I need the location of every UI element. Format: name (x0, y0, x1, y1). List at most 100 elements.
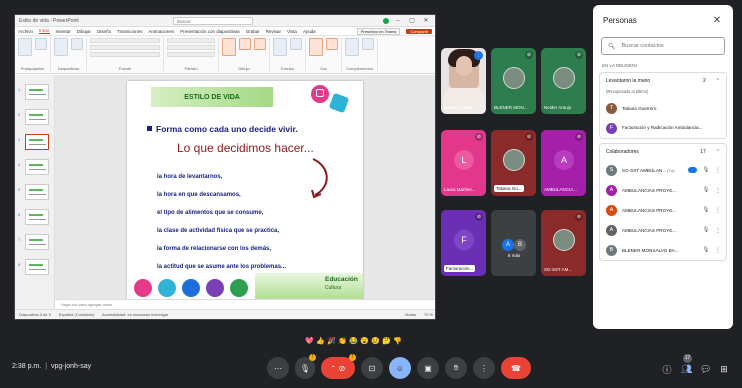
more-vertical-icon[interactable]: ⋮ (715, 187, 721, 194)
ribbon-control-row[interactable] (90, 38, 160, 43)
reaction-emoji[interactable]: 💖 (305, 337, 314, 346)
slide-thumbnail[interactable]: 3 (18, 134, 49, 150)
menu-item-7[interactable]: Presentación con diapositivas (180, 29, 240, 34)
ribbon-button[interactable] (362, 38, 374, 50)
ribbon-button[interactable] (345, 38, 359, 56)
close-icon[interactable]: ✕ (421, 17, 431, 24)
participant-tile[interactable]: AB 8 más (491, 210, 536, 276)
menu-item-9[interactable]: Revisar (266, 29, 281, 34)
ribbon-control-row[interactable] (90, 52, 160, 57)
mic-off-icon[interactable]: 🎙︎ (702, 207, 710, 213)
reaction-emoji[interactable]: 👎 (393, 337, 402, 346)
ribbon-button[interactable] (222, 38, 236, 56)
participant-tile[interactable]: A ⊘ AMBULANCIA... (541, 130, 586, 196)
chevron-up-icon[interactable]: ⌃ (716, 78, 720, 84)
current-slide[interactable]: ESTILO DE VIDA Forma como cada uno decid… (127, 81, 363, 307)
people-icon[interactable]: 👥︎ 17 (681, 354, 692, 375)
collaborators-header[interactable]: Colaboradores 17 ⌃ (600, 144, 726, 160)
slide-thumbnail[interactable]: 1 (18, 84, 49, 100)
raise-hand-button[interactable]: ✋︎ (445, 357, 467, 379)
participant-tile[interactable]: L ⊘ Laura Martine... (441, 130, 486, 196)
reaction-emoji[interactable]: 🤔 (382, 337, 391, 346)
ribbon-button[interactable] (273, 38, 287, 56)
menu-item-4[interactable]: Diseño (97, 29, 111, 34)
participant-tile[interactable]: F ⊘ Facturación... (441, 210, 486, 276)
ribbon-button[interactable] (54, 38, 68, 56)
participant-row[interactable]: B BLENER MONSALVO BA... 🎙︎ ⋮ (600, 240, 726, 260)
reaction-emoji[interactable]: 😢 (371, 337, 380, 346)
activities-icon[interactable]: ⊞ (719, 364, 729, 375)
minimize-icon[interactable]: – (393, 18, 403, 24)
status-zoom[interactable]: 70 % (424, 312, 433, 317)
status-accessibility[interactable]: Accesibilidad: es necesario investigar (102, 312, 168, 317)
mic-button[interactable]: 🎙︎! (295, 354, 316, 379)
participant-row[interactable]: A AMBULANCIAS PROYE... 🎙︎ ⋮ (600, 180, 726, 200)
mic-off-icon[interactable]: 🎙︎ (702, 167, 710, 173)
participant-tile[interactable]: ⊘ BLENER MON... (491, 48, 536, 114)
slide-thumbnail[interactable]: 8 (18, 259, 49, 275)
menu-item-3[interactable]: Dibujar (77, 29, 91, 34)
slide-thumbnail[interactable]: 7 (18, 234, 49, 250)
mic-off-icon[interactable]: 🎙︎ (702, 227, 710, 233)
ribbon-control-row[interactable] (90, 45, 160, 50)
ribbon-control-row[interactable] (167, 45, 215, 50)
menu-item-1[interactable]: Inicio (39, 28, 50, 34)
menu-item-10[interactable]: Vista (287, 29, 297, 34)
reaction-emoji[interactable]: 👍 (316, 337, 325, 346)
present-button[interactable]: ▣ (417, 357, 439, 379)
reaction-emoji[interactable]: 👏 (338, 337, 347, 346)
ribbon-button[interactable] (254, 38, 266, 50)
slide-thumbnail[interactable]: 6 (18, 209, 49, 225)
participant-row[interactable]: A AMBULANCIAS PROYE... 🎙︎ ⋮ (600, 220, 726, 240)
reactions-button[interactable]: ☺ (389, 357, 411, 379)
menu-item-8[interactable]: Grabar (246, 29, 260, 34)
menu-item-0[interactable]: Archivo (18, 29, 33, 34)
raised-hands-header[interactable]: Levantaron la mano 2 ⌃ (600, 73, 726, 89)
search-contacts-input[interactable] (621, 43, 722, 49)
slide-thumbnail[interactable]: 4 (18, 159, 49, 175)
more-vertical-icon[interactable]: ⋮ (715, 167, 721, 174)
more-options-button[interactable]: ⋯ (267, 357, 289, 379)
chevron-up-icon[interactable]: ⌃ (716, 149, 720, 155)
ribbon-button[interactable] (18, 38, 32, 56)
menu-item-6[interactable]: Animaciones (148, 29, 174, 34)
info-icon[interactable]: ⓘ (662, 363, 672, 376)
share-button[interactable]: Compartir (406, 28, 432, 34)
reaction-emoji[interactable]: 😮 (360, 337, 369, 346)
participant-tile[interactable]: ⋮ Sasha Camila... (441, 48, 486, 114)
participant-tile[interactable]: ⊘ Neider Araujo (541, 48, 586, 114)
camera-button[interactable]: ⌃ ⊘! (321, 354, 356, 379)
more-vertical-icon[interactable]: ⋮ (715, 247, 721, 254)
participant-row[interactable]: F Facturación y Radicación Ambulancia... (600, 118, 726, 138)
close-icon[interactable]: ✕ (711, 15, 723, 26)
menu-item-5[interactable]: Transiciones (117, 29, 142, 34)
slide-thumbnail[interactable]: 5 (18, 184, 49, 200)
participant-row[interactable]: A AMBULANCIAS PROYE... 🎙︎ ⋮ (600, 200, 726, 220)
more-vertical-icon[interactable]: ⋮ (715, 227, 721, 234)
slide-thumbnail[interactable]: 2 (18, 109, 49, 125)
ribbon-button[interactable] (71, 38, 83, 50)
participant-tile[interactable]: ⊘ Tatiana Gu... (491, 130, 536, 196)
leave-call-button[interactable]: ☎︎ (501, 357, 531, 379)
people-search[interactable]: 🔍︎ (601, 37, 725, 55)
ppt-profile-icon[interactable] (383, 17, 389, 24)
maximize-icon[interactable]: ▢ (407, 17, 417, 24)
ribbon-button[interactable] (309, 38, 323, 56)
ribbon-control-row[interactable] (167, 38, 215, 43)
mic-off-icon[interactable]: 🎙︎ (702, 187, 710, 193)
ribbon-control-row[interactable] (167, 52, 215, 57)
chat-icon[interactable]: 💬︎ (700, 364, 711, 375)
reaction-emoji[interactable]: 🎉 (327, 337, 336, 346)
participant-tile[interactable]: ⊘ SG-SST AM... (541, 210, 586, 276)
ribbon-button[interactable] (35, 38, 47, 50)
reaction-emoji[interactable]: 😂 (349, 337, 358, 346)
participant-row[interactable]: S SG-SST AMBULAN...(Tú) 🎙︎ ⋮ (600, 160, 726, 180)
present-in-teams-button[interactable]: Presentar en Teams (356, 27, 401, 35)
mic-off-icon[interactable]: 🎙︎ (702, 247, 710, 253)
participant-row[interactable]: T Tatiana Guerrero (600, 98, 726, 118)
ribbon-button[interactable] (239, 38, 251, 50)
menu-item-2[interactable]: Insertar (56, 29, 71, 34)
more-vert-button[interactable]: ⋮ (473, 357, 495, 379)
menu-item-11[interactable]: Ayuda (303, 29, 316, 34)
ppt-search-box[interactable]: Buscar (173, 16, 253, 25)
